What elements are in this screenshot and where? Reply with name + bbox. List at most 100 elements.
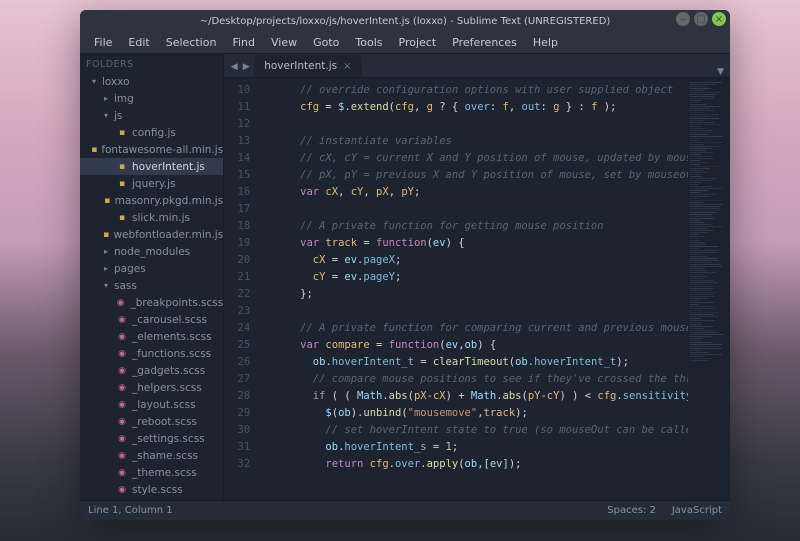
tab-close-icon[interactable]: ×	[343, 61, 351, 72]
menu-preferences[interactable]: Preferences	[444, 33, 525, 52]
code-line[interactable]: // compare mouse positions to see if the…	[262, 371, 730, 388]
file-_breakpoints.scss[interactable]: ◉_breakpoints.scss	[80, 294, 223, 311]
sidebar[interactable]: FOLDERS ▾loxxo▸img▾js▪config.js▪fontawes…	[80, 54, 224, 500]
code-line[interactable]: cY = ev.pageY;	[262, 269, 730, 286]
minimap-line	[690, 296, 714, 297]
folder-img[interactable]: ▸img	[80, 90, 223, 107]
code-line[interactable]: var compare = function(ev,ob) {	[262, 337, 730, 354]
menu-goto[interactable]: Goto	[305, 33, 347, 52]
tree-label: node_modules	[114, 246, 190, 258]
code-line[interactable]: return cfg.over.apply(ob,[ev]);	[262, 456, 730, 473]
status-language[interactable]: JavaScript	[672, 505, 722, 516]
file-_carousel.scss[interactable]: ◉_carousel.scss	[80, 311, 223, 328]
menu-find[interactable]: Find	[224, 33, 263, 52]
file-_layout.scss[interactable]: ◉_layout.scss	[80, 396, 223, 413]
tab-prev-icon[interactable]: ◀	[228, 57, 240, 77]
menu-file[interactable]: File	[86, 33, 120, 52]
line-number: 31	[224, 439, 250, 456]
tab-overflow-icon[interactable]: ▼	[717, 67, 724, 77]
code-line[interactable]: ob.hoverIntent_s = 1;	[262, 439, 730, 456]
file-masonry.pkgd.min.js[interactable]: ▪masonry.pkgd.min.js	[80, 192, 223, 209]
minimap-line	[690, 306, 715, 307]
minimap-line	[690, 142, 723, 143]
code-line[interactable]	[262, 201, 730, 218]
folder-sass[interactable]: ▾sass	[80, 277, 223, 294]
window-title: ~/Desktop/projects/loxxo/js/hoverIntent.…	[200, 16, 611, 27]
tab-next-icon[interactable]: ▶	[240, 57, 252, 77]
file-_reboot.scss[interactable]: ◉_reboot.scss	[80, 413, 223, 430]
tree-label: jquery.js	[132, 178, 175, 190]
code-line[interactable]	[262, 303, 730, 320]
minimap-line	[690, 236, 704, 237]
titlebar[interactable]: ~/Desktop/projects/loxxo/js/hoverIntent.…	[80, 10, 730, 32]
folder-node_modules[interactable]: ▸node_modules	[80, 243, 223, 260]
minimap-line	[690, 312, 719, 313]
folder-js[interactable]: ▾js	[80, 107, 223, 124]
minimap-line	[690, 308, 716, 309]
code-line[interactable]: cfg = $.extend(cfg, g ? { over: f, out: …	[262, 99, 730, 116]
file-fontawesome-all.min.js[interactable]: ▪fontawesome-all.min.js	[80, 141, 223, 158]
status-spaces[interactable]: Spaces: 2	[607, 505, 656, 516]
status-caret[interactable]: Line 1, Column 1	[88, 505, 173, 516]
file-_helpers.scss[interactable]: ◉_helpers.scss	[80, 379, 223, 396]
code-line[interactable]: // instantiate variables	[262, 133, 730, 150]
file-_settings.scss[interactable]: ◉_settings.scss	[80, 430, 223, 447]
code-line[interactable]: };	[262, 286, 730, 303]
minimap-line	[690, 232, 708, 233]
line-number: 14	[224, 150, 250, 167]
file-_theme.scss[interactable]: ◉_theme.scss	[80, 464, 223, 481]
minimap-line	[690, 176, 702, 177]
minimap-line	[690, 184, 698, 185]
code-line[interactable]: if ( ( Math.abs(pX-cX) + Math.abs(pY-cY)…	[262, 388, 730, 405]
file-hoverIntent.js[interactable]: ▪hoverIntent.js	[80, 158, 223, 175]
line-number: 28	[224, 388, 250, 405]
code-area[interactable]: 1011121314151617181920212223242526272829…	[224, 78, 730, 500]
code-line[interactable]: var track = function(ev) {	[262, 235, 730, 252]
code-line[interactable]: // override configuration options with u…	[262, 82, 730, 99]
close-button[interactable]: ×	[712, 12, 726, 26]
file-_functions.scss[interactable]: ◉_functions.scss	[80, 345, 223, 362]
code-line[interactable]: // A private function for getting mouse …	[262, 218, 730, 235]
maximize-button[interactable]: □	[694, 12, 708, 26]
chevron-right-icon: ▸	[104, 94, 114, 103]
code[interactable]: // override configuration options with u…	[258, 78, 730, 500]
minimap-line	[690, 310, 702, 311]
code-line[interactable]: ob.hoverIntent_t = clearTimeout(ob.hover…	[262, 354, 730, 371]
file-config.js[interactable]: ▪config.js	[80, 124, 223, 141]
minimap-line	[690, 352, 708, 353]
menu-view[interactable]: View	[263, 33, 305, 52]
folder-loxxo[interactable]: ▾loxxo	[80, 73, 223, 90]
menubar: FileEditSelectionFindViewGotoToolsProjec…	[80, 32, 730, 54]
code-line[interactable]: $(ob).unbind("mousemove",track);	[262, 405, 730, 422]
tree-label: loxxo	[102, 76, 130, 88]
menu-edit[interactable]: Edit	[120, 33, 157, 52]
code-line[interactable]: // cX, cY = current X and Y position of …	[262, 150, 730, 167]
minimap-line	[690, 242, 705, 243]
js-file-icon: ▪	[116, 212, 128, 224]
file-style.scss[interactable]: ◉style.scss	[80, 481, 223, 498]
minimap-line	[690, 182, 701, 183]
code-line[interactable]: // pX, pY = previous X and Y position of…	[262, 167, 730, 184]
minimap-line	[690, 348, 723, 349]
menu-selection[interactable]: Selection	[158, 33, 225, 52]
file-webfontloader.min.js[interactable]: ▪webfontloader.min.js	[80, 226, 223, 243]
code-line[interactable]: // set hoverIntent state to true (so mou…	[262, 422, 730, 439]
minimap-line	[690, 192, 700, 193]
file-_elements.scss[interactable]: ◉_elements.scss	[80, 328, 223, 345]
menu-project[interactable]: Project	[391, 33, 445, 52]
tab-active[interactable]: hoverIntent.js ×	[254, 55, 361, 77]
file-jquery.js[interactable]: ▪jquery.js	[80, 175, 223, 192]
code-line[interactable]	[262, 116, 730, 133]
code-line[interactable]: // A private function for comparing curr…	[262, 320, 730, 337]
minimize-button[interactable]: ‒	[676, 12, 690, 26]
file-_gadgets.scss[interactable]: ◉_gadgets.scss	[80, 362, 223, 379]
folder-pages[interactable]: ▸pages	[80, 260, 223, 277]
file-_shame.scss[interactable]: ◉_shame.scss	[80, 447, 223, 464]
file-slick.min.js[interactable]: ▪slick.min.js	[80, 209, 223, 226]
menu-tools[interactable]: Tools	[347, 33, 390, 52]
code-line[interactable]: cX = ev.pageX;	[262, 252, 730, 269]
minimap[interactable]	[688, 78, 730, 500]
minimap-line	[690, 266, 723, 267]
menu-help[interactable]: Help	[525, 33, 566, 52]
code-line[interactable]: var cX, cY, pX, pY;	[262, 184, 730, 201]
